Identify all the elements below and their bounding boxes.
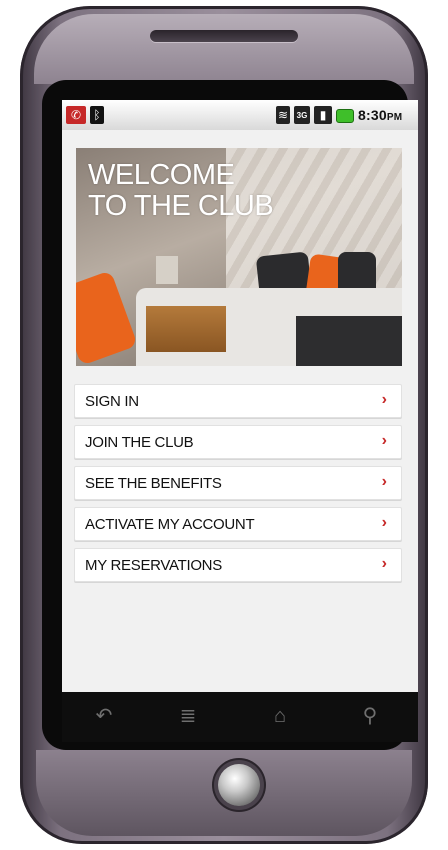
hero-title-line1: WELCOME <box>88 159 235 191</box>
chevron-right-icon: › <box>381 432 387 449</box>
search-icon[interactable]: ⚲ <box>358 704 382 728</box>
menu-item-label: JOIN THE CLUB <box>85 433 194 451</box>
main-menu: SIGN IN › JOIN THE CLUB › SEE THE BENEFI… <box>74 384 402 589</box>
home-icon[interactable]: ⌂ <box>268 704 292 728</box>
hero-nightstand <box>146 306 226 352</box>
time-value: 8:30 <box>358 107 387 123</box>
signal-icon: ▮ <box>314 106 332 124</box>
hero-image: WELCOME TO THE CLUB <box>76 148 402 366</box>
back-icon[interactable]: ↶ <box>92 704 116 728</box>
menu-item-label: MY RESERVATIONS <box>85 556 222 574</box>
wifi-icon: ≋ <box>276 106 290 124</box>
chevron-right-icon: › <box>381 473 387 490</box>
menu-item-sign-in[interactable]: SIGN IN › <box>74 384 402 418</box>
menu-item-activate-my-account[interactable]: ACTIVATE MY ACCOUNT › <box>74 507 402 541</box>
hero-title-line2: TO THE CLUB <box>88 190 274 222</box>
menu-item-label: SIGN IN <box>85 392 139 410</box>
status-time: 8:30PM <box>358 107 402 123</box>
phone-top <box>34 14 414 84</box>
status-bar: ✆ ᛒ ≋ 3G ▮ 8:30PM <box>62 100 418 130</box>
hero-title: WELCOME TO THE CLUB <box>88 159 274 222</box>
menu-item-see-the-benefits[interactable]: SEE THE BENEFITS › <box>74 466 402 500</box>
menu-item-label: SEE THE BENEFITS <box>85 474 222 492</box>
bluetooth-icon: ᛒ <box>90 106 104 124</box>
chevron-right-icon: › <box>381 391 387 408</box>
app-screen: ✆ ᛒ ≋ 3G ▮ 8:30PM WELCOME TO THE CLUB SI… <box>62 100 418 692</box>
battery-icon <box>336 109 354 123</box>
chevron-right-icon: › <box>381 555 387 572</box>
trackball-button[interactable] <box>218 764 260 806</box>
menu-icon[interactable]: ≣ <box>176 704 200 728</box>
chevron-right-icon: › <box>381 514 387 531</box>
3g-icon: 3G <box>294 106 310 124</box>
menu-item-label: ACTIVATE MY ACCOUNT <box>85 515 255 533</box>
hero-pillow <box>76 270 138 366</box>
menu-item-join-the-club[interactable]: JOIN THE CLUB › <box>74 425 402 459</box>
time-suffix: PM <box>386 112 403 123</box>
speaker-grille <box>150 30 298 42</box>
menu-item-my-reservations[interactable]: MY RESERVATIONS › <box>74 548 402 582</box>
missed-call-icon: ✆ <box>66 106 86 124</box>
hero-lamp <box>156 256 178 284</box>
android-nav-bar: ↶ ≣ ⌂ ⚲ <box>62 692 418 742</box>
hero-bed <box>296 316 402 366</box>
